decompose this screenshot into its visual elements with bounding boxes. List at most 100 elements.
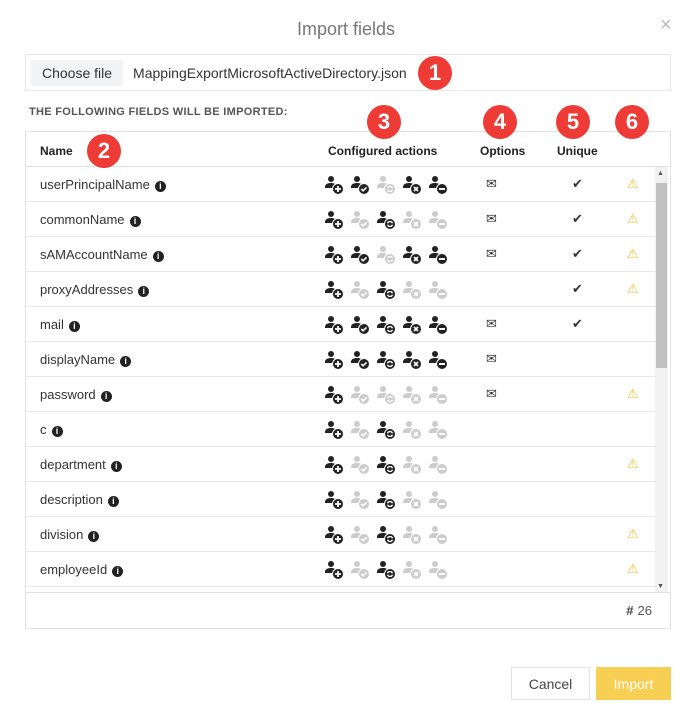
user-delete-icon[interactable] [402, 245, 422, 265]
user-add-icon[interactable] [324, 280, 344, 300]
warning-icon[interactable]: ⚠ [627, 561, 639, 577]
header-actions: Configured actions [328, 144, 438, 158]
user-check-icon[interactable] [350, 350, 370, 370]
envelope-icon[interactable]: ✉ [486, 316, 497, 332]
warning-icon[interactable]: ⚠ [627, 246, 639, 262]
warning-icon[interactable]: ⚠ [627, 211, 639, 227]
user-delete-icon[interactable] [402, 560, 422, 580]
user-add-icon[interactable] [324, 245, 344, 265]
file-input[interactable]: Choose file MappingExportMicrosoftActive… [25, 54, 671, 91]
import-button[interactable]: Import [596, 667, 671, 700]
user-add-icon[interactable] [324, 455, 344, 475]
user-add-icon[interactable] [324, 385, 344, 405]
user-add-icon[interactable] [324, 175, 344, 195]
user-check-icon[interactable] [350, 420, 370, 440]
user-add-icon[interactable] [324, 210, 344, 230]
user-check-icon[interactable] [350, 490, 370, 510]
envelope-icon[interactable]: ✉ [486, 246, 497, 262]
user-check-icon[interactable] [350, 280, 370, 300]
scrollbar-thumb[interactable] [656, 183, 667, 368]
user-sync-icon[interactable] [376, 490, 396, 510]
table-row: sAMAccountName i ✉ ✔ ⚠ [26, 237, 656, 272]
user-delete-icon[interactable] [402, 420, 422, 440]
info-icon[interactable]: i [68, 321, 80, 332]
warning-icon[interactable]: ⚠ [627, 281, 639, 297]
info-icon[interactable]: i [120, 356, 132, 367]
user-remove-icon[interactable] [428, 490, 448, 510]
user-delete-icon[interactable] [402, 385, 422, 405]
user-check-icon[interactable] [350, 245, 370, 265]
user-sync-icon[interactable] [376, 210, 396, 230]
warning-icon[interactable]: ⚠ [627, 176, 639, 192]
warning-icon[interactable]: ⚠ [627, 386, 639, 402]
user-check-icon[interactable] [350, 175, 370, 195]
user-check-icon[interactable] [350, 210, 370, 230]
info-icon[interactable]: i [129, 216, 141, 227]
user-remove-icon[interactable] [428, 350, 448, 370]
user-remove-icon[interactable] [428, 560, 448, 580]
user-remove-icon[interactable] [428, 280, 448, 300]
field-name: sAMAccountName i [40, 247, 164, 262]
user-add-icon[interactable] [324, 490, 344, 510]
warning-icon[interactable]: ⚠ [627, 526, 639, 542]
envelope-icon[interactable]: ✉ [486, 386, 497, 402]
close-icon[interactable]: × [660, 14, 672, 37]
user-check-icon[interactable] [350, 455, 370, 475]
warning-icon[interactable]: ⚠ [627, 456, 639, 472]
user-delete-icon[interactable] [402, 210, 422, 230]
user-sync-icon[interactable] [376, 420, 396, 440]
user-check-icon[interactable] [350, 525, 370, 545]
info-icon[interactable]: i [152, 251, 164, 262]
info-icon[interactable]: i [138, 286, 150, 297]
user-remove-icon[interactable] [428, 525, 448, 545]
user-remove-icon[interactable] [428, 455, 448, 475]
envelope-icon[interactable]: ✉ [486, 211, 497, 227]
table-row: displayName i ✉ [26, 342, 656, 377]
user-sync-icon[interactable] [376, 350, 396, 370]
user-remove-icon[interactable] [428, 385, 448, 405]
user-check-icon[interactable] [350, 385, 370, 405]
annotation-badge-1: 1 [418, 56, 452, 90]
user-remove-icon[interactable] [428, 210, 448, 230]
user-sync-icon[interactable] [376, 280, 396, 300]
user-delete-icon[interactable] [402, 490, 422, 510]
user-sync-icon[interactable] [376, 455, 396, 475]
info-icon[interactable]: i [100, 391, 112, 402]
cancel-button[interactable]: Cancel [511, 667, 590, 700]
user-remove-icon[interactable] [428, 315, 448, 335]
user-sync-icon[interactable] [376, 245, 396, 265]
scrollbar[interactable]: ▲ ▼ [655, 167, 668, 593]
user-remove-icon[interactable] [428, 175, 448, 195]
user-remove-icon[interactable] [428, 245, 448, 265]
user-sync-icon[interactable] [376, 385, 396, 405]
user-sync-icon[interactable] [376, 560, 396, 580]
info-icon[interactable]: i [88, 531, 100, 542]
envelope-icon[interactable]: ✉ [486, 176, 497, 192]
user-sync-icon[interactable] [376, 175, 396, 195]
info-icon[interactable]: i [110, 461, 122, 472]
user-delete-icon[interactable] [402, 455, 422, 475]
choose-file-button[interactable]: Choose file [31, 59, 124, 86]
user-delete-icon[interactable] [402, 350, 422, 370]
user-check-icon[interactable] [350, 315, 370, 335]
user-add-icon[interactable] [324, 350, 344, 370]
info-icon[interactable]: i [51, 426, 63, 437]
info-icon[interactable]: i [107, 496, 119, 507]
scroll-up-icon[interactable]: ▲ [657, 170, 664, 177]
user-add-icon[interactable] [324, 525, 344, 545]
user-remove-icon[interactable] [428, 420, 448, 440]
scroll-down-icon[interactable]: ▼ [657, 583, 664, 590]
user-add-icon[interactable] [324, 315, 344, 335]
user-add-icon[interactable] [324, 560, 344, 580]
user-sync-icon[interactable] [376, 315, 396, 335]
info-icon[interactable]: i [112, 566, 124, 577]
user-delete-icon[interactable] [402, 175, 422, 195]
user-sync-icon[interactable] [376, 525, 396, 545]
info-icon[interactable]: i [154, 181, 166, 192]
user-delete-icon[interactable] [402, 280, 422, 300]
user-check-icon[interactable] [350, 560, 370, 580]
user-delete-icon[interactable] [402, 525, 422, 545]
envelope-icon[interactable]: ✉ [486, 351, 497, 367]
user-add-icon[interactable] [324, 420, 344, 440]
user-delete-icon[interactable] [402, 315, 422, 335]
